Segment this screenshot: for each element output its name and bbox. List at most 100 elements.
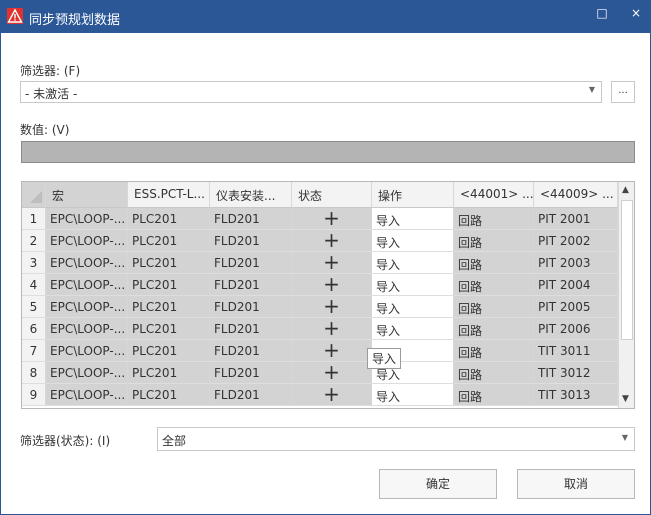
cell-44001[interactable]: 回路 xyxy=(454,252,534,274)
filter-select[interactable]: - 未激活 - ▼ xyxy=(20,81,602,103)
cell-plc[interactable]: PLC201 xyxy=(128,230,210,252)
cell-44001[interactable]: 回路 xyxy=(454,296,534,318)
scroll-up-icon[interactable]: ▲ xyxy=(622,185,629,195)
plus-icon[interactable]: + xyxy=(292,318,372,340)
cancel-button[interactable]: 取消 xyxy=(517,469,635,499)
values-label: 数值: (V) xyxy=(20,123,70,137)
vertical-scrollbar[interactable]: ▲ ▼ xyxy=(618,182,634,408)
plus-icon[interactable]: + xyxy=(292,296,372,318)
column-header-plc[interactable]: ESS.PCT-L... xyxy=(128,182,210,208)
cell-macro[interactable]: EPC\LOOP-... xyxy=(46,208,128,230)
cell-action[interactable]: 导入 xyxy=(372,252,454,274)
data-grid: 宏 ESS.PCT-L... 仪表安装... 状态 操作 <44001> ...… xyxy=(21,181,635,409)
column-header-44009[interactable]: <44009> ... xyxy=(534,182,618,208)
status-filter-label: 筛选器(状态): (I) xyxy=(20,434,111,448)
cell-44001[interactable]: 回路 xyxy=(454,384,534,406)
ok-button[interactable]: 确定 xyxy=(379,469,497,499)
column-header-action[interactable]: 操作 xyxy=(372,182,454,208)
column-header-install[interactable]: 仪表安装... xyxy=(210,182,292,208)
cell-44001[interactable]: 回路 xyxy=(454,318,534,340)
status-filter-select[interactable]: 全部 ▼ xyxy=(157,427,635,451)
cell-44009[interactable]: PIT 2005 xyxy=(534,296,618,318)
cell-install[interactable]: FLD201 xyxy=(210,252,292,274)
cell-action[interactable]: 导入 xyxy=(372,208,454,230)
warning-icon xyxy=(7,8,23,24)
row-number: 2 xyxy=(22,230,46,252)
cell-plc[interactable]: PLC201 xyxy=(128,318,210,340)
cell-install[interactable]: FLD201 xyxy=(210,296,292,318)
cell-plc[interactable]: PLC201 xyxy=(128,362,210,384)
row-number: 9 xyxy=(22,384,46,406)
row-number: 5 xyxy=(22,296,46,318)
cell-44009[interactable]: TIT 3012 xyxy=(534,362,618,384)
cell-action[interactable]: 导入 xyxy=(372,230,454,252)
cell-44009[interactable]: PIT 2004 xyxy=(534,274,618,296)
cell-install[interactable]: FLD201 xyxy=(210,208,292,230)
cell-44009[interactable]: TIT 3013 xyxy=(534,384,618,406)
cell-macro[interactable]: EPC\LOOP-... xyxy=(46,362,128,384)
cell-44009[interactable]: TIT 3011 xyxy=(534,340,618,362)
cell-44009[interactable]: PIT 2003 xyxy=(534,252,618,274)
plus-icon[interactable]: + xyxy=(292,384,372,406)
plus-icon[interactable]: + xyxy=(292,340,372,362)
cell-action[interactable]: 导入 xyxy=(372,318,454,340)
cell-plc[interactable]: PLC201 xyxy=(128,340,210,362)
cell-plc[interactable]: PLC201 xyxy=(128,384,210,406)
plus-icon[interactable]: + xyxy=(292,274,372,296)
cell-macro[interactable]: EPC\LOOP-... xyxy=(46,384,128,406)
maximize-button[interactable]: □ xyxy=(587,4,617,28)
dialog-window: 同步预规划数据 □ × 筛选器: (F) - 未激活 - ▼ ... 数值: (… xyxy=(0,0,651,515)
cell-44009[interactable]: PIT 2006 xyxy=(534,318,618,340)
cell-plc[interactable]: PLC201 xyxy=(128,208,210,230)
filter-more-button[interactable]: ... xyxy=(611,81,635,103)
cell-plc[interactable]: PLC201 xyxy=(128,252,210,274)
scrollbar-thumb[interactable] xyxy=(621,200,633,340)
row-number: 1 xyxy=(22,208,46,230)
row-number: 8 xyxy=(22,362,46,384)
cell-44001[interactable]: 回路 xyxy=(454,208,534,230)
plus-icon[interactable]: + xyxy=(292,252,372,274)
plus-icon[interactable]: + xyxy=(292,208,372,230)
status-filter-value: 全部 xyxy=(162,434,187,448)
column-header-macro[interactable]: 宏 xyxy=(46,182,128,208)
cell-install[interactable]: FLD201 xyxy=(210,318,292,340)
column-header-status[interactable]: 状态 xyxy=(292,182,372,208)
grid-corner[interactable] xyxy=(22,182,46,208)
chevron-down-icon: ▼ xyxy=(588,85,595,94)
cell-install[interactable]: FLD201 xyxy=(210,384,292,406)
cell-macro[interactable]: EPC\LOOP-... xyxy=(46,318,128,340)
cell-install[interactable]: FLD201 xyxy=(210,274,292,296)
row-number: 6 xyxy=(22,318,46,340)
plus-icon[interactable]: + xyxy=(292,230,372,252)
values-bar xyxy=(21,141,635,163)
cell-44001[interactable]: 回路 xyxy=(454,362,534,384)
cell-44009[interactable]: PIT 2001 xyxy=(534,208,618,230)
cell-install[interactable]: FLD201 xyxy=(210,340,292,362)
cell-plc[interactable]: PLC201 xyxy=(128,296,210,318)
cell-44001[interactable]: 回路 xyxy=(454,340,534,362)
plus-icon[interactable]: + xyxy=(292,362,372,384)
cell-macro[interactable]: EPC\LOOP-... xyxy=(46,340,128,362)
cell-macro[interactable]: EPC\LOOP-... xyxy=(46,274,128,296)
row-number: 7 xyxy=(22,340,46,362)
chevron-down-icon: ▼ xyxy=(621,433,628,442)
cell-plc[interactable]: PLC201 xyxy=(128,274,210,296)
cell-44009[interactable]: PIT 2002 xyxy=(534,230,618,252)
cell-macro[interactable]: EPC\LOOP-... xyxy=(46,296,128,318)
cell-44001[interactable]: 回路 xyxy=(454,274,534,296)
cell-action[interactable]: 导入 xyxy=(372,296,454,318)
cell-action[interactable]: 导入 xyxy=(372,384,454,406)
column-header-44001[interactable]: <44001> ... xyxy=(454,182,534,208)
select-all-icon xyxy=(30,191,42,203)
cell-44001[interactable]: 回路 xyxy=(454,230,534,252)
row-number: 3 xyxy=(22,252,46,274)
cell-install[interactable]: FLD201 xyxy=(210,230,292,252)
cell-action[interactable]: 导入 xyxy=(372,274,454,296)
scroll-down-icon[interactable]: ▼ xyxy=(622,394,629,404)
cell-macro[interactable]: EPC\LOOP-... xyxy=(46,230,128,252)
filter-select-value: - 未激活 - xyxy=(25,87,78,101)
cell-install[interactable]: FLD201 xyxy=(210,362,292,384)
cell-macro[interactable]: EPC\LOOP-... xyxy=(46,252,128,274)
action-tooltip: 导入 xyxy=(367,348,402,369)
close-button[interactable]: × xyxy=(621,4,651,28)
